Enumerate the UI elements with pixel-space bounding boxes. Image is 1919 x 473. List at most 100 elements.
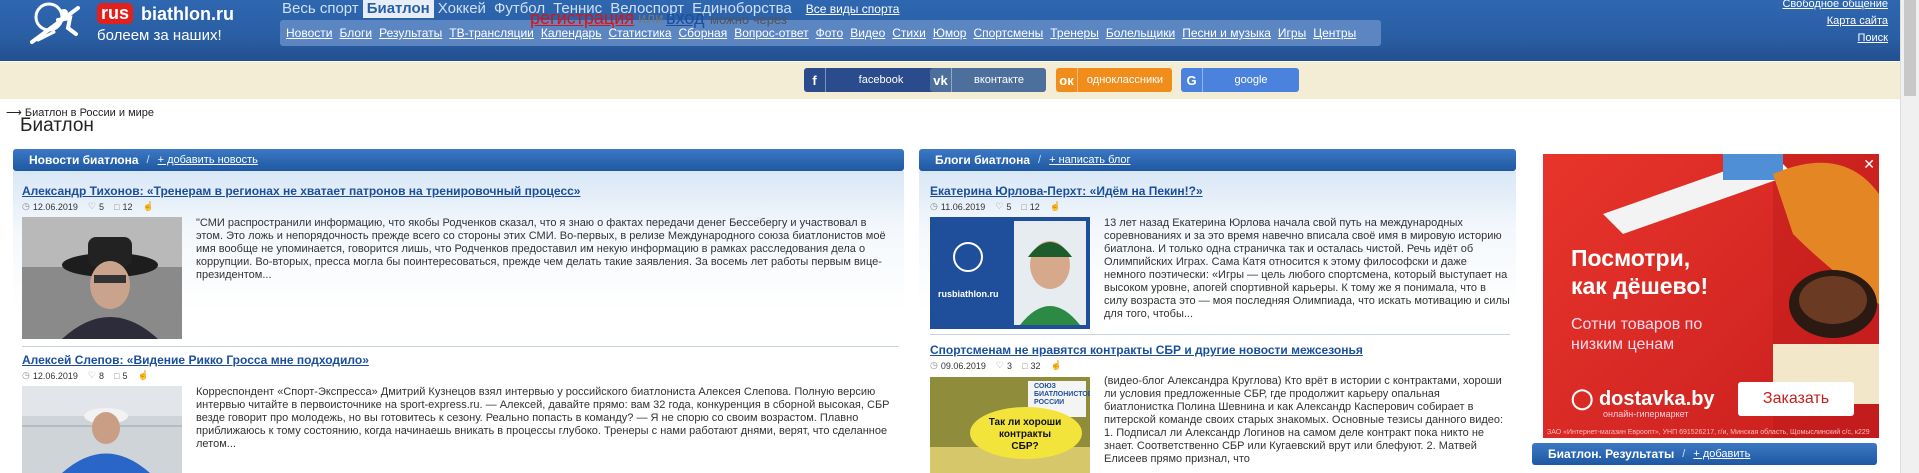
google-label: google: [1234, 74, 1268, 86]
section-nav-item[interactable]: ТВ-трансляции: [449, 26, 534, 40]
odnoklassniki-icon: ок: [1056, 68, 1078, 92]
add-result-link[interactable]: + добавить: [1693, 448, 1750, 460]
section-nav-item[interactable]: Результаты: [379, 26, 442, 40]
ad-headline: Посмотри, как дёшево!: [1571, 244, 1708, 300]
blog-photo-art: [930, 217, 1090, 329]
section-nav-item[interactable]: Центры: [1313, 26, 1356, 40]
ad-headline-line: Посмотри,: [1571, 245, 1691, 271]
section-nav-item[interactable]: Стихи: [892, 26, 926, 40]
blog-item-comments: 12: [1029, 201, 1040, 212]
share-icon[interactable]: ☝: [142, 201, 153, 212]
sport-nav-all[interactable]: Весь спорт: [278, 0, 363, 18]
blog-photo-brand: rusbiathlon.ru: [938, 289, 999, 299]
ad-subtext: Сотни товаров по низким ценам: [1571, 315, 1702, 355]
section-nav-item[interactable]: Новости: [286, 26, 332, 40]
ad-logo-text: dostavka.by: [1598, 388, 1715, 410]
results-panel-header: Биатлон. Результаты / + добавить: [1532, 443, 1877, 465]
logo-rus[interactable]: rus: [97, 3, 134, 24]
blog-item-views: 3: [1006, 360, 1012, 371]
blog-item-text: (видео-блог Александра Круглова) Кто врё…: [1104, 375, 1504, 465]
blog-item-photo[interactable]: СОЮЗ БИАТЛОНИСТОВ РОССИИ Так ли хороши к…: [930, 377, 1090, 473]
eye-icon: ♡: [995, 360, 1004, 370]
section-nav-item[interactable]: Болельщики: [1106, 26, 1175, 40]
news-item-text: Корреспондент «Спорт-Экспресса» Дмитрий …: [196, 386, 890, 450]
page-scrollbar[interactable]: [1900, 0, 1919, 473]
blog-item-text: 13 лет назад Екатерина Юрлова начала сво…: [1104, 217, 1510, 320]
free-chat-link[interactable]: Свободное общение: [1782, 0, 1888, 13]
scrollbar-thumb[interactable]: [1904, 0, 1916, 96]
news-panel-title[interactable]: Новости биатлона: [29, 153, 139, 167]
news-item-photo[interactable]: [22, 217, 182, 339]
facebook-label: facebook: [858, 74, 904, 86]
comment-icon: □: [114, 370, 120, 381]
google-login-button[interactable]: G google: [1181, 68, 1299, 92]
share-icon[interactable]: ☝: [1050, 360, 1061, 371]
news-item-date: 12.06.2019: [32, 370, 78, 381]
ad-close-icon[interactable]: ✕: [1863, 156, 1875, 173]
page-title: Биатлон: [20, 115, 94, 136]
eye-icon: ♡: [87, 201, 96, 211]
blog-item-date: 11.06.2019: [940, 201, 986, 212]
section-nav-item[interactable]: Тренеры: [1050, 26, 1099, 40]
write-blog-link[interactable]: + написать блог: [1049, 154, 1130, 166]
comment-icon: □: [1022, 360, 1028, 371]
section-nav-item[interactable]: Песни и музыка: [1182, 26, 1271, 40]
sport-nav-hockey[interactable]: Хоккей: [434, 0, 490, 18]
blog-photo-caption: Так ли хороши контракты СБР?: [988, 417, 1062, 452]
google-icon: G: [1181, 68, 1203, 92]
blog-item-photo[interactable]: rusbiathlon.ru: [930, 217, 1090, 329]
auth-or-text: или: [638, 10, 664, 27]
share-icon[interactable]: ☝: [137, 370, 148, 381]
biathlete-logo-icon[interactable]: [28, 2, 84, 48]
section-nav-item[interactable]: Спортсмены: [973, 26, 1043, 40]
news-item-title[interactable]: Алексей Слепов: «Видение Рикко Гросса мн…: [22, 353, 369, 367]
eye-icon: ♡: [995, 201, 1004, 211]
blog-photo-badge: СОЮЗ БИАТЛОНИСТОВ РОССИИ: [1034, 383, 1090, 406]
sitemap-link[interactable]: Карта сайта: [1782, 13, 1888, 30]
news-item-title[interactable]: Александр Тихонов: «Тренерам в регионах …: [22, 184, 580, 198]
add-news-link[interactable]: + добавить новость: [158, 154, 258, 166]
share-icon[interactable]: ☝: [1050, 201, 1061, 212]
odnoklassniki-login-button[interactable]: ок одноклассники: [1056, 68, 1172, 92]
blogs-panel-header: Блоги биатлона / + написать блог: [919, 149, 1516, 171]
logo-domain[interactable]: biathlon.ru: [141, 3, 234, 25]
section-nav-item[interactable]: Видео: [850, 26, 885, 40]
blogs-panel-title[interactable]: Блоги биатлона: [935, 153, 1030, 167]
odnoklassniki-label: одноклассники: [1086, 74, 1164, 86]
section-nav-item[interactable]: Игры: [1278, 26, 1306, 40]
logo-tagline: болеем за наших!: [97, 27, 222, 44]
register-link[interactable]: регистрация: [530, 8, 634, 29]
blog-item-title[interactable]: Екатерина Юрлова-Перхт: «Идём на Пекин!?…: [930, 184, 1203, 198]
ad-legal-text: ЗАО «Интернет-магазин Евроопт», УНП 6915…: [1547, 429, 1870, 436]
blog-item-meta: ◷ 09.06.2019 ♡ 3 □ 32 ☝: [930, 360, 1065, 371]
auth-via-text: можно через: [710, 12, 787, 27]
clock-icon: ◷: [930, 360, 938, 370]
section-nav-item[interactable]: Блоги: [339, 26, 372, 40]
news-item-photo[interactable]: [22, 386, 182, 473]
advertisement-banner[interactable]: ✕ Посмотри, как дёшево! Сотни товаров по…: [1543, 154, 1879, 438]
ad-order-button[interactable]: Заказать: [1738, 382, 1854, 416]
section-nav-item[interactable]: Фото: [816, 26, 844, 40]
blog-item-comments: 32: [1030, 360, 1041, 371]
vk-icon: vk: [930, 68, 952, 92]
ad-logo-icon: ◯: [1571, 388, 1599, 410]
sport-nav-biathlon[interactable]: Биатлон: [362, 0, 434, 18]
search-link[interactable]: Поиск: [1782, 30, 1888, 47]
news-item-comments: 5: [122, 370, 128, 381]
ad-subtext-line: низким ценам: [1571, 336, 1675, 353]
comment-icon: □: [114, 201, 120, 212]
login-link[interactable]: вход: [666, 8, 704, 29]
all-sports-link[interactable]: Все виды спорта: [802, 0, 904, 18]
utility-links: Свободное общение Карта сайта Поиск: [1782, 0, 1888, 47]
section-nav-item[interactable]: Вопрос-ответ: [734, 26, 808, 40]
news-item-views: 5: [98, 201, 104, 212]
section-nav-item[interactable]: Юмор: [933, 26, 967, 40]
results-panel-title[interactable]: Биатлон. Результаты: [1548, 447, 1674, 461]
news-item-meta: ◷ 12.06.2019 ♡ 8 □ 5 ☝: [22, 370, 152, 381]
vkontakte-login-button[interactable]: vk вконтакте: [930, 68, 1046, 92]
blog-item-title[interactable]: Спортсменам не нравятся контракты СБР и …: [930, 343, 1363, 357]
separator: /: [1038, 154, 1042, 166]
clock-icon: ◷: [930, 201, 938, 211]
facebook-login-button[interactable]: f facebook: [804, 68, 936, 92]
ad-headline-line: как дёшево!: [1571, 273, 1709, 299]
